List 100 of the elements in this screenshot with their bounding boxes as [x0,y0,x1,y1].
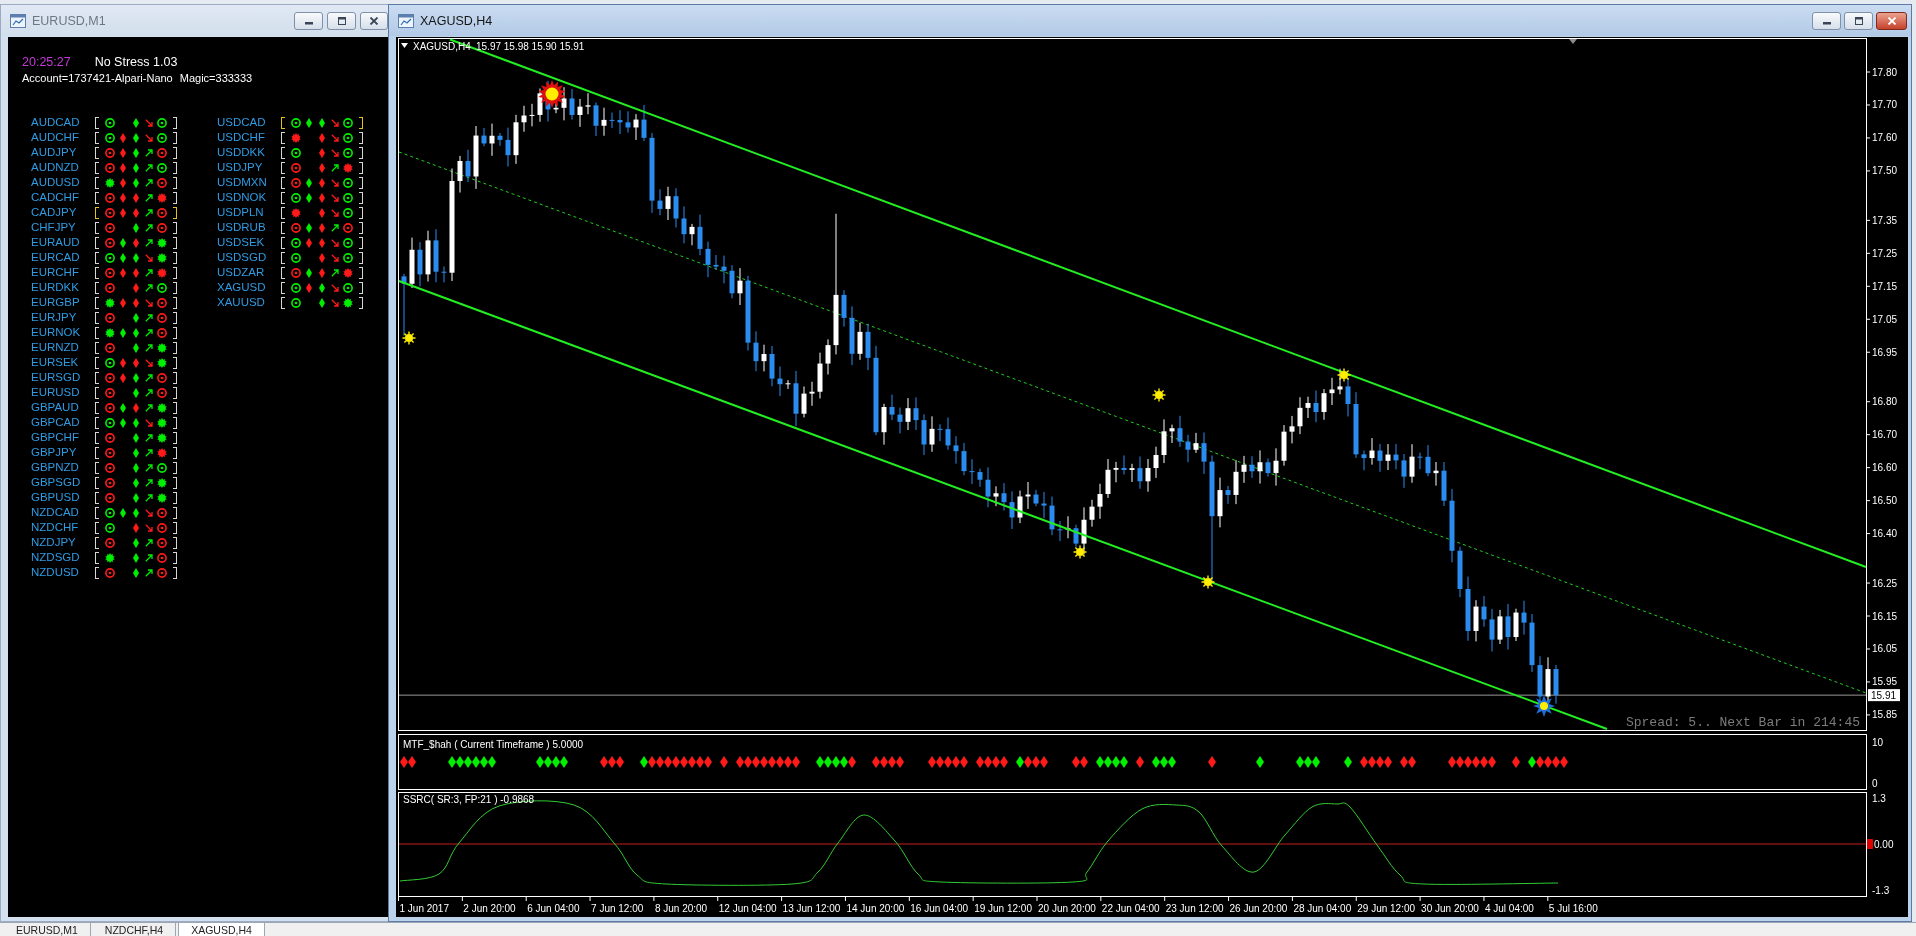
symbol-label: GBPJPY [31,445,78,460]
time-axis-label: 26 Jun 20:00 [1229,902,1288,914]
close-icon [1886,16,1897,25]
shift-marker-icon[interactable] [1569,39,1577,44]
symbol-label: NZDUSD [31,565,80,580]
symbol-label: USDJPY [217,160,264,175]
price-axis-label: 16.15 [1872,610,1898,622]
sun-marker-icon [1072,544,1088,560]
time-axis-label: 4 Jul 04:00 [1484,902,1534,914]
indicator-axis-label: 10 [1872,736,1884,748]
price-axis-label: 17.70 [1872,99,1898,111]
minimize-button[interactable] [1812,11,1841,30]
price-axis-label: 16.60 [1872,462,1898,474]
symbol-label: NZDCHF [31,520,80,535]
current-price-tag: 15.91 [1868,689,1900,702]
time-axis-label: 1 Jun 2017 [399,902,449,914]
close-button[interactable] [360,11,388,30]
chart-tab[interactable]: EURUSD,M1 [4,923,91,936]
minimize-button[interactable] [294,11,323,30]
symbol-label: USDPLN [217,205,265,220]
price-axis-label: 17.50 [1872,165,1898,177]
restore-button[interactable] [327,11,356,30]
symbol-label: AUDNZD [31,160,80,175]
time-axis-label: 13 Jun 12:00 [782,902,841,914]
time-axis-label: 8 Jun 20:00 [654,902,708,914]
symbol-label: EURDKK [31,280,80,295]
window-title: EURUSD,M1 [32,13,106,28]
symbol-label: AUDJPY [31,145,78,160]
sun-marker-icon [1151,387,1167,403]
time-axis-label: 16 Jun 04:00 [910,902,969,914]
symbol-label: USDZAR [217,265,266,280]
chart-tab[interactable]: XAGUSD,H4 [178,923,265,936]
time-axis-label: 29 Jun 12:00 [1357,902,1416,914]
price-axis-label: 16.80 [1872,396,1898,408]
time-axis-label: 20 Jun 20:00 [1038,902,1096,914]
time-axis-label: 22 Jun 04:00 [1101,902,1160,914]
price-axis-label: 16.05 [1872,643,1898,655]
restore-icon [336,16,347,25]
symbol-label: EURSGD [31,370,82,385]
account-info: Account=1737421-Alpari-Nano [22,72,173,84]
symbol-label: USDRUB [217,220,267,235]
time-axis-label: 19 Jun 12:00 [974,902,1032,914]
symbol-label: EURCAD [31,250,81,265]
symbol-label: EURGBP [31,295,81,310]
star-marker-icon [1533,695,1555,717]
sun-marker-icon [401,330,417,346]
symbol-label: XAUUSD [217,295,266,310]
level-tag: 0.00 [1867,838,1894,850]
symbol-label: USDMXN [217,175,268,190]
price-axis-label: 17.80 [1872,66,1898,78]
symbol-label: USDDKK [217,145,266,160]
price-axis-label: 15.85 [1872,709,1898,721]
caret-icon [401,43,408,48]
spread-info: Spread: 5.. Next Bar in 214:45 [1625,714,1860,730]
time-axis-label: 6 Jun 04:00 [527,902,580,914]
symbol-label: USDSGD [217,250,268,265]
symbol-label: NZDCAD [31,505,80,520]
symbol-label: EURAUD [31,235,81,250]
symbol-label: CHFJPY [31,220,77,235]
sun-marker-icon [1336,367,1352,383]
symbol-label: USDNOK [217,190,268,205]
price-axis-label: 16.70 [1872,429,1898,441]
window-title: XAGUSD,H4 [420,13,493,28]
indicator-axis-label: -1.3 [1872,884,1890,896]
symbol-label: EURCHF [31,265,80,280]
chart-tab[interactable]: NZDCHF,H4 [92,923,177,936]
restore-icon [1853,16,1864,25]
symbol-label: EURNOK [31,325,82,340]
price-axis-label: 17.60 [1872,132,1898,144]
indicator-axis-label: 0 [1872,777,1878,789]
price-axis-label: 16.95 [1872,346,1898,358]
magic-number: Magic=333333 [179,72,253,84]
symbol-label: GBPUSD [31,490,81,505]
symbol-label: USDCHF [217,130,266,145]
symbol-label: CADJPY [31,205,78,220]
chart-window-icon [10,12,26,29]
symbol-label: EURUSD [31,385,81,400]
symbol-label: GBPCAD [31,415,81,430]
symbol-label: XAGUSD,H4 [413,40,471,52]
indicator-axis-label: 1.3 [1872,792,1886,804]
clock-time: 20:25:27 [22,55,71,69]
symbol-label: AUDCHF [31,130,80,145]
time-axis-label: 14 Jun 20:00 [846,902,905,914]
time-axis-label: 28 Jun 04:00 [1293,902,1352,914]
time-axis-label: 12 Jun 04:00 [718,902,777,914]
symbol-label: USDSEK [217,235,266,250]
close-button[interactable] [1876,11,1907,30]
expert-name: No Stress 1.03 [94,55,178,69]
symbol-label: XAGUSD [217,280,267,295]
symbol-label: CADCHF [31,190,80,205]
symbol-label: GBPAUD [31,400,80,415]
time-axis-label: 23 Jun 12:00 [1165,902,1224,914]
symbol-label: USDCAD [217,115,267,130]
price-axis-label: 17.25 [1872,247,1898,259]
price-axis-label: 16.25 [1872,577,1898,589]
price-axis-label: 17.15 [1872,280,1898,292]
symbol-label: EURJPY [31,310,78,325]
restore-button[interactable] [1844,11,1873,30]
indicator-title: MTF_$hah ( Current Timeframe ) 5.0000 [403,738,584,750]
price-axis-label: 17.05 [1872,313,1898,325]
